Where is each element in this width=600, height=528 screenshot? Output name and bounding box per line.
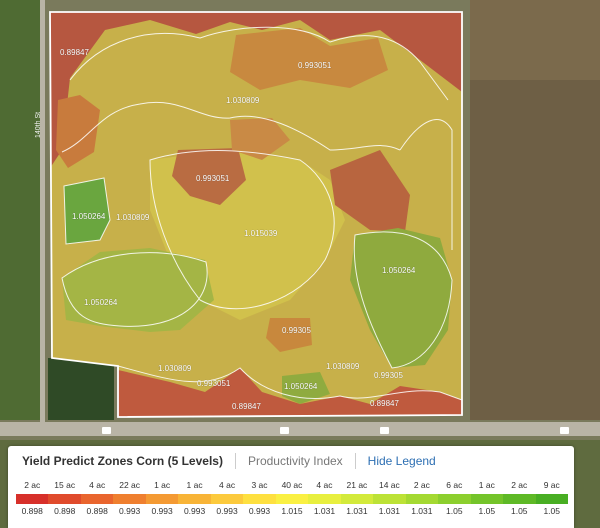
zone-label: 0.89847 [370, 399, 399, 408]
legend-swatch [145, 494, 179, 504]
legend-value: 1.031 [411, 506, 433, 516]
legend-swatch [503, 494, 536, 504]
legend-acres: 1 ac [154, 480, 171, 490]
legend-acres: 14 ac [378, 480, 400, 490]
legend-acres: 2 ac [413, 480, 430, 490]
legend-acres: 4 ac [89, 480, 106, 490]
legend-swatch [210, 494, 244, 504]
legend-value: 0.993 [151, 506, 173, 516]
west-field [0, 0, 44, 420]
zone-label: 1.030809 [226, 96, 260, 105]
legend-value: 1.05 [543, 506, 560, 516]
legend-value: 0.898 [21, 506, 43, 516]
legend-value: 0.898 [54, 506, 76, 516]
road-marker[interactable] [380, 427, 389, 434]
east-field-strip [470, 0, 600, 80]
zone-label: 1.030809 [116, 213, 150, 222]
zone-label: 0.99305 [282, 326, 311, 335]
zone-label: 1.050264 [84, 298, 118, 307]
legend-value: 0.898 [86, 506, 108, 516]
road [0, 422, 600, 436]
legend-value: 0.993 [119, 506, 141, 516]
zone-label: 1.050264 [382, 266, 416, 275]
legend-value: 1.05 [510, 506, 528, 516]
legend-acres: 2 ac [511, 480, 528, 490]
hide-legend-link[interactable]: Hide Legend [368, 454, 436, 468]
legend-value: 0.993 [248, 506, 271, 516]
road-marker[interactable] [280, 427, 289, 434]
legend-value: 0.993 [216, 506, 238, 516]
west-road [40, 0, 45, 430]
legend-acres: 9 ac [543, 480, 560, 490]
legend-acres-row: 2 ac 15 ac 4 ac 22 ac 1 ac 1 ac 4 ac 3 ac 40 ac 4… [16, 476, 568, 492]
legend-acres: 1 ac [186, 480, 203, 490]
legend-swatch [178, 494, 211, 504]
legend-separator [234, 453, 236, 469]
legend-swatch [308, 494, 341, 504]
zone-label: 0.993051 [298, 61, 332, 70]
legend-title: Yield Predict Zones Corn (5 Levels) [22, 454, 223, 468]
zone-label: 0.993051 [196, 174, 230, 183]
legend-acres: 3 ac [251, 480, 268, 490]
legend-swatch [405, 494, 439, 504]
road-marker[interactable] [560, 427, 569, 434]
legend-acres: 22 ac [119, 480, 141, 490]
legend-value: 1.015 [281, 506, 303, 516]
road-marker[interactable] [102, 427, 111, 434]
legend-swatch [340, 494, 374, 504]
road-label: 140th St [35, 112, 42, 138]
legend-acres: 1 ac [478, 480, 495, 490]
legend-values-row: 0.898 0.898 0.898 0.993 0.993 0.993 0.993 0.993… [16, 504, 568, 518]
legend-swatch [80, 494, 114, 504]
legend-value: 1.05 [478, 506, 496, 516]
legend-separator [354, 453, 356, 469]
legend-acres: 40 ac [281, 480, 303, 490]
farmstead-trees [48, 358, 114, 420]
legend-acres: 4 ac [219, 480, 236, 490]
zone-label: 0.89847 [60, 48, 89, 57]
legend-swatch [470, 494, 504, 504]
legend-swatch [243, 494, 276, 504]
legend-value: 1.05 [446, 506, 463, 516]
legend-swatch [48, 494, 81, 504]
zone-label: 1.050264 [284, 382, 318, 391]
legend-acres: 6 ac [446, 480, 463, 490]
zone-label: 1.015039 [244, 229, 278, 238]
zone-label: 1.030809 [158, 364, 192, 373]
zone-label: 1.050264 [72, 212, 106, 221]
legend-header: Yield Predict Zones Corn (5 Levels) Prod… [8, 446, 574, 476]
legend-swatch [535, 494, 568, 504]
zone-label: 0.99305 [374, 371, 403, 380]
legend-swatch [275, 494, 309, 504]
legend-acres: 15 ac [54, 480, 76, 490]
zone-label: 0.89847 [232, 402, 261, 411]
field-zones[interactable] [50, 12, 462, 417]
legend-acres: 21 ac [346, 480, 368, 490]
legend-swatch [438, 494, 471, 504]
legend-panel: Yield Predict Zones Corn (5 Levels) Prod… [8, 446, 574, 528]
legend-value: 1.031 [313, 506, 336, 516]
legend-swatch [16, 494, 49, 504]
zone-label: 1.030809 [326, 362, 360, 371]
field-map[interactable]: 0.89847 0.993051 1.030809 0.993051 1.050… [0, 0, 600, 440]
legend-acres: 4 ac [316, 480, 333, 490]
legend-swatch [113, 494, 146, 504]
productivity-index-tab[interactable]: Productivity Index [248, 454, 343, 468]
legend-value: 0.993 [183, 506, 206, 516]
legend-value: 1.031 [378, 506, 401, 516]
zone-label: 0.993051 [197, 379, 231, 388]
legend-color-ramp [16, 494, 568, 504]
legend-swatch [373, 494, 406, 504]
legend-value: 1.031 [346, 506, 368, 516]
legend-acres: 2 ac [24, 480, 41, 490]
